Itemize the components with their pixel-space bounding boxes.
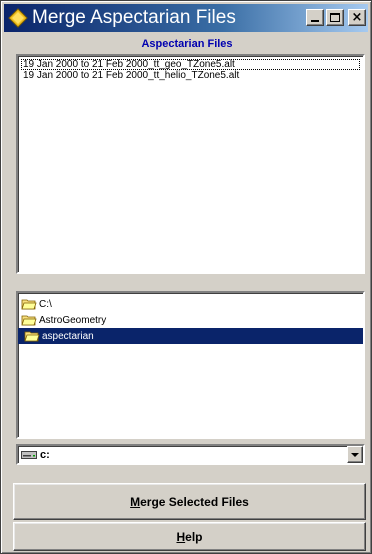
- aspectarian-file-list[interactable]: 19 Jan 2000 to 21 Feb 2000_tt_geo_TZone5…: [16, 54, 365, 274]
- maximize-button[interactable]: [326, 9, 344, 26]
- merge-button-label: erge Selected Files: [140, 494, 249, 509]
- merge-window: Merge Aspectarian Files × Aspectarian Fi…: [0, 0, 372, 554]
- close-icon: ×: [351, 10, 363, 25]
- directory-item-label: AstroGeometry: [39, 314, 107, 326]
- help-button-mnemonic: H: [176, 529, 186, 544]
- window-title: Merge Aspectarian Files: [32, 7, 236, 28]
- directory-item-label: aspectarian: [42, 330, 94, 342]
- help-button[interactable]: Help: [13, 522, 366, 551]
- minimize-icon: [311, 20, 319, 22]
- app-diamond-icon: [8, 8, 28, 28]
- open-folder-icon: [24, 331, 40, 342]
- help-button-label: elp: [185, 529, 203, 544]
- minimize-button[interactable]: [306, 9, 324, 26]
- drive-dropdown-button[interactable]: [347, 446, 363, 463]
- title-bar[interactable]: Merge Aspectarian Files ×: [4, 4, 368, 32]
- directory-item-astrogeometry[interactable]: AstroGeometry: [18, 312, 363, 328]
- directory-item-root[interactable]: C:\: [18, 296, 363, 312]
- open-folder-icon: [21, 315, 37, 326]
- file-list-item[interactable]: 19 Jan 2000 to 21 Feb 2000_tt_geo_TZone5…: [21, 59, 360, 70]
- close-button[interactable]: ×: [348, 9, 366, 26]
- drive-value: c:: [40, 448, 50, 461]
- maximize-icon: [330, 13, 340, 22]
- directory-list[interactable]: C:\ AstroGeometry aspectarian: [16, 291, 365, 439]
- aspectarian-files-label: Aspectarian Files: [141, 38, 233, 50]
- drive-select[interactable]: c:: [16, 444, 365, 465]
- directory-item-aspectarian[interactable]: aspectarian: [18, 328, 363, 344]
- open-folder-icon: [21, 299, 37, 310]
- file-list-item[interactable]: 19 Jan 2000 to 21 Feb 2000_tt_helio_TZon…: [21, 70, 360, 81]
- window-controls: ×: [306, 9, 366, 26]
- directory-item-label: C:\: [39, 298, 52, 310]
- merge-selected-files-button[interactable]: Merge Selected Files: [13, 483, 366, 520]
- chevron-down-icon: [351, 452, 359, 457]
- drive-icon: [21, 450, 37, 459]
- merge-button-mnemonic: M: [130, 494, 141, 509]
